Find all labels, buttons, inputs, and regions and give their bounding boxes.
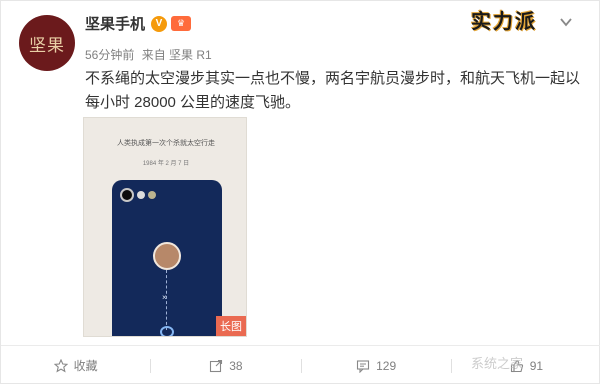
post-image[interactable]: 人类执成第一次个杀就太空行走 1984 年 2 月 7 日 × 长图 bbox=[83, 117, 247, 337]
phone-illustration: × bbox=[112, 180, 222, 336]
astronaut-icon bbox=[160, 326, 174, 336]
avatar-text: 坚果 bbox=[29, 35, 65, 56]
repost-icon bbox=[210, 359, 223, 372]
cross-mark: × bbox=[162, 293, 167, 302]
image-headline: 人类执成第一次个杀就太空行走 bbox=[117, 140, 215, 147]
chevron-down-icon[interactable] bbox=[559, 15, 573, 29]
image-date: 1984 年 2 月 7 日 bbox=[142, 161, 190, 167]
post-meta: 56分钟前 来自 坚果 R1 bbox=[85, 46, 216, 63]
post-text: 不系绳的太空漫步其实一点也不慢，两名宇航员漫步时，和航天飞机一起以每小时 280… bbox=[85, 70, 581, 111]
author-row: 坚果手机 V ♛ bbox=[85, 13, 192, 34]
long-image-badge: 长图 bbox=[216, 316, 246, 336]
like-count: 91 bbox=[529, 358, 544, 373]
vip-badge-icon[interactable]: ♛ bbox=[171, 16, 192, 31]
comment-count: 129 bbox=[376, 358, 397, 373]
post-time[interactable]: 56分钟前 bbox=[85, 48, 134, 62]
weibo-post-card: 坚果 坚果手机 V ♛ 56分钟前 来自 坚果 R1 实力派 不系绳的太空漫步其… bbox=[0, 0, 600, 384]
brand-logo: 实力派 bbox=[471, 9, 537, 33]
camera-flash bbox=[148, 191, 156, 199]
author-name[interactable]: 坚果手机 bbox=[85, 13, 145, 34]
star-icon bbox=[53, 358, 68, 373]
favorite-label: 收藏 bbox=[73, 359, 98, 373]
watermark: 系统之家 bbox=[471, 356, 524, 371]
favorite-button[interactable]: 收藏 bbox=[1, 346, 150, 384]
verified-icon[interactable]: V bbox=[151, 15, 168, 32]
post-source[interactable]: 来自 坚果 R1 bbox=[142, 48, 212, 62]
camera-lens-main bbox=[120, 188, 134, 202]
repost-count: 38 bbox=[229, 358, 243, 373]
comment-button[interactable]: 129 bbox=[302, 346, 451, 384]
camera-lens-secondary bbox=[137, 191, 145, 199]
avatar[interactable]: 坚果 bbox=[19, 15, 75, 71]
repost-button[interactable]: 38 bbox=[151, 346, 300, 384]
fingerprint-emblem bbox=[153, 242, 181, 270]
comment-icon bbox=[357, 359, 370, 373]
